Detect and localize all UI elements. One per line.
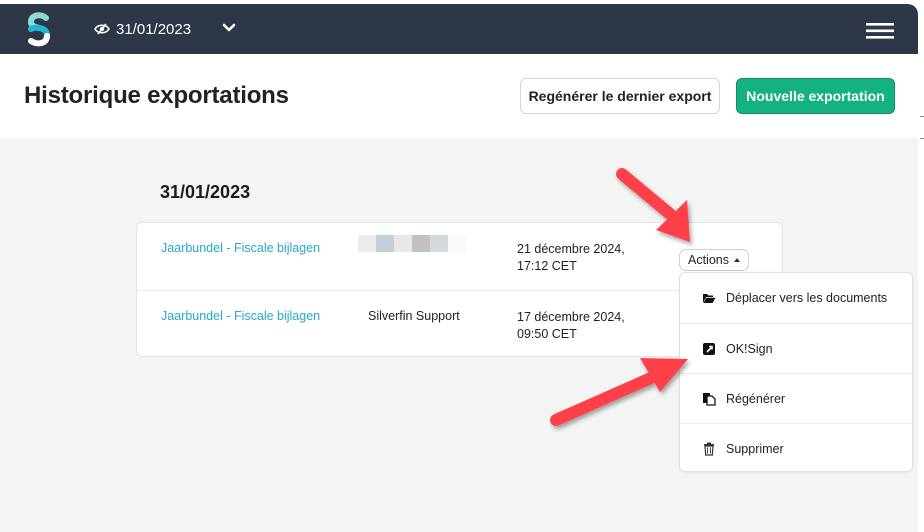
menu-item-label: Régénérer <box>726 391 786 406</box>
external-link-icon <box>703 342 715 355</box>
export-created-at: 17 décembre 2024, 09:50 CET <box>517 309 647 343</box>
created-date: 21 décembre 2024, <box>517 242 625 256</box>
menu-item-label: Déplacer vers les documents <box>726 291 888 305</box>
eye-slash-icon <box>94 23 110 35</box>
actions-label: Actions <box>688 253 729 267</box>
folder-open-icon <box>703 294 716 303</box>
group-date-heading: 31/01/2023 <box>160 182 251 202</box>
scrollbar-tick <box>920 138 924 139</box>
export-name-link[interactable]: Jaarbundel - Fiscale bijlagen <box>161 241 320 255</box>
created-time: 09:50 CET <box>517 327 577 341</box>
created-date: 17 décembre 2024, <box>517 310 625 324</box>
app-window: 31/01/2023 Historique exportations Regén… <box>0 4 918 532</box>
new-export-button[interactable]: Nouvelle exportation <box>736 78 895 114</box>
menu-item-delete[interactable]: Supprimer <box>680 423 912 473</box>
page-header: Historique exportations Regénérer le der… <box>0 54 918 138</box>
top-navigation-bar: 31/01/2023 <box>0 4 918 54</box>
menu-item-label: OK!Sign <box>726 341 773 356</box>
caret-up-icon <box>734 258 740 262</box>
regenerate-last-export-button[interactable]: Regénérer le dernier export <box>520 78 720 114</box>
menu-item-regenerate[interactable]: Régénérer <box>680 373 912 423</box>
period-selector[interactable]: 31/01/2023 <box>94 18 191 40</box>
hamburger-menu-icon[interactable] <box>866 23 894 39</box>
export-created-at: 21 décembre 2024, 17:12 CET <box>517 241 647 275</box>
export-user: Silverfin Support <box>368 309 460 323</box>
period-label: 31/01/2023 <box>116 20 192 38</box>
page-title: Historique exportations <box>24 82 289 109</box>
chevron-down-icon[interactable] <box>222 23 236 33</box>
actions-dropdown-button[interactable]: Actions <box>679 249 749 271</box>
export-name-link[interactable]: Jaarbundel - Fiscale bijlagen <box>161 309 320 323</box>
created-time: 17:12 CET <box>517 259 577 273</box>
trash-icon <box>704 442 714 456</box>
scrollbar-track[interactable] <box>918 0 924 532</box>
redacted-user <box>358 235 466 252</box>
menu-item-label: Supprimer <box>726 441 784 456</box>
scrollbar-tick <box>920 116 924 117</box>
copy-icon <box>703 392 716 406</box>
silverfin-logo-icon[interactable] <box>26 12 52 48</box>
actions-dropdown-menu: Déplacer vers les documents OK!Sign Régé… <box>679 272 913 472</box>
menu-item-oksign[interactable]: OK!Sign <box>680 323 912 373</box>
menu-item-move-to-documents[interactable]: Déplacer vers les documents <box>680 273 912 323</box>
